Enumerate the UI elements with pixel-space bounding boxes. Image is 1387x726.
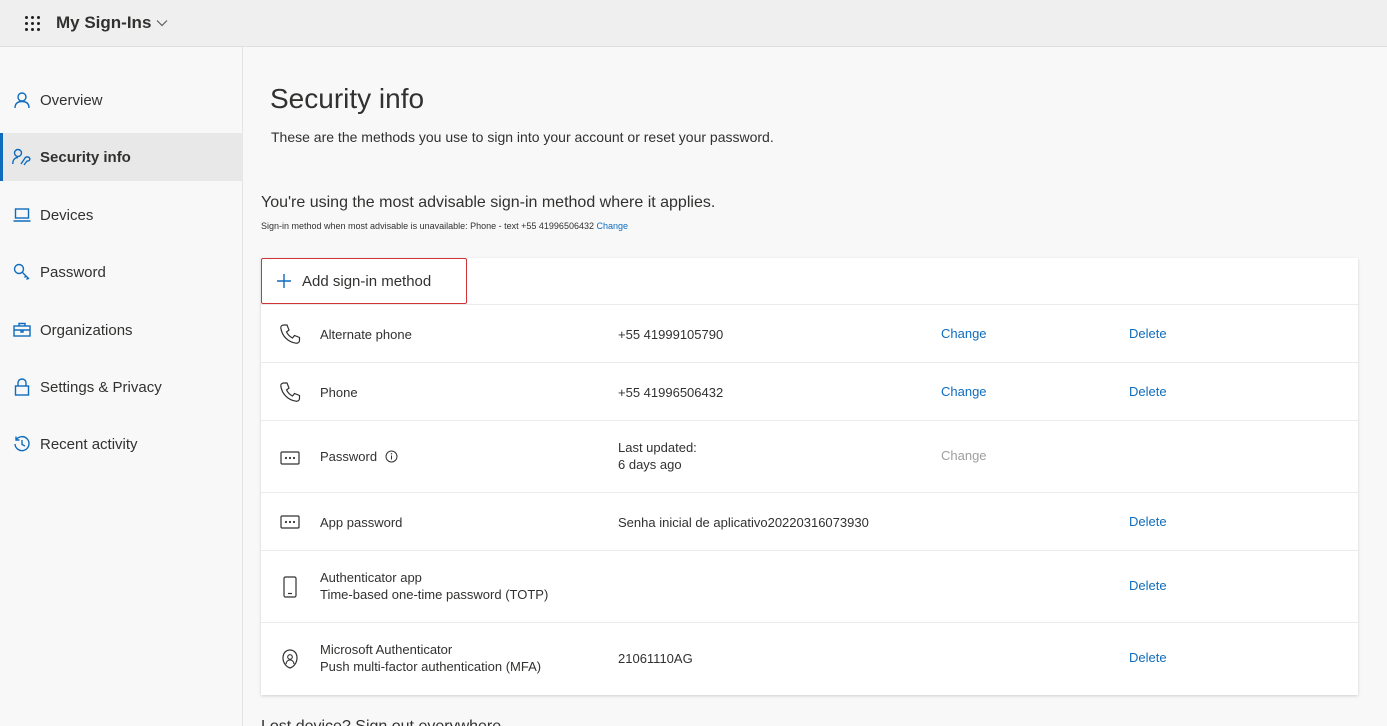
- password-dots-icon: [278, 446, 302, 470]
- next-section-heading-cut: Lost device? Sign out everywhere: [261, 714, 511, 726]
- change-link[interactable]: Change: [941, 384, 987, 399]
- method-row-app-password: App password Senha inicial de aplicativo…: [261, 493, 1358, 551]
- change-link[interactable]: Change: [941, 326, 987, 341]
- method-name-text: Password: [320, 449, 378, 464]
- method-detail: 21061110AG: [618, 651, 693, 666]
- top-bar: My Sign-Ins: [0, 0, 1387, 47]
- change-link-disabled: Change: [941, 448, 987, 463]
- sidebar-item-label: Devices: [40, 206, 94, 224]
- laptop-icon: [12, 205, 32, 225]
- last-updated-label: Last updated:: [618, 440, 697, 455]
- sidebar-item-label: Security info: [40, 148, 131, 166]
- methods-card: Add sign-in method Alternate phone +55 4…: [261, 258, 1358, 695]
- method-subtitle: Time-based one-time password (TOTP): [320, 587, 549, 602]
- add-sign-in-method-label: Add sign-in method: [302, 272, 432, 290]
- sidebar-item-settings-privacy[interactable]: Settings & Privacy: [0, 363, 243, 411]
- method-row-microsoft-authenticator: Microsoft Authenticator Push multi-facto…: [261, 623, 1358, 695]
- app-title-menu[interactable]: My Sign-Ins: [56, 13, 168, 33]
- delete-link[interactable]: Delete: [1129, 578, 1167, 593]
- last-updated-value: 6 days ago: [618, 457, 682, 472]
- method-name: Phone: [320, 385, 358, 400]
- sidebar-item-label: Settings & Privacy: [40, 378, 162, 396]
- password-dots-icon: [278, 510, 302, 534]
- fallback-change-link[interactable]: Change: [597, 221, 629, 231]
- sidebar-item-devices[interactable]: Devices: [0, 191, 243, 239]
- method-name: Microsoft Authenticator Push multi-facto…: [320, 641, 541, 675]
- app-title: My Sign-Ins: [56, 13, 152, 32]
- lock-icon: [12, 377, 32, 397]
- method-row-phone: Phone +55 41996506432 Change Delete: [261, 363, 1358, 421]
- history-icon: [12, 434, 32, 454]
- sidebar-item-password[interactable]: Password: [0, 248, 243, 296]
- method-name-text: Microsoft Authenticator: [320, 642, 453, 657]
- method-detail: Last updated: 6 days ago: [618, 439, 697, 473]
- sidebar-item-organizations[interactable]: Organizations: [0, 306, 243, 354]
- add-sign-in-method-button[interactable]: Add sign-in method: [261, 258, 467, 304]
- app-launcher-icon[interactable]: [22, 13, 42, 33]
- chevron-down-icon: [156, 20, 168, 27]
- sidebar-item-label: Password: [40, 263, 106, 281]
- method-row-password: Password Last updated: 6 days ago Change: [261, 421, 1358, 493]
- delete-link[interactable]: Delete: [1129, 514, 1167, 529]
- fallback-method-text: Sign-in method when most advisable is un…: [261, 221, 628, 231]
- sidebar-item-label: Recent activity: [40, 435, 138, 453]
- sidebar-item-security-info[interactable]: Security info: [0, 133, 243, 181]
- method-name: App password: [320, 515, 403, 530]
- advisable-method-text: You're using the most advisable sign-in …: [261, 194, 716, 211]
- info-icon[interactable]: [385, 450, 398, 463]
- sidebar-item-label: Organizations: [40, 321, 133, 339]
- method-detail: Senha inicial de aplicativo2022031607393…: [618, 515, 869, 530]
- sidebar-item-label: Overview: [40, 91, 103, 109]
- sidebar-item-overview[interactable]: Overview: [0, 76, 243, 124]
- method-row-alternate-phone: Alternate phone +55 41999105790 Change D…: [261, 305, 1358, 363]
- main-content: Security info These are the methods you …: [244, 47, 1387, 726]
- delete-link[interactable]: Delete: [1129, 384, 1167, 399]
- sidebar-item-recent-activity[interactable]: Recent activity: [0, 420, 243, 468]
- method-row-authenticator-app: Authenticator app Time-based one-time pa…: [261, 551, 1358, 623]
- security-person-key-icon: [12, 147, 32, 167]
- page-title: Security info: [270, 83, 425, 114]
- phone-icon: [278, 380, 302, 404]
- delete-link[interactable]: Delete: [1129, 326, 1167, 341]
- method-subtitle: Push multi-factor authentication (MFA): [320, 659, 542, 674]
- fallback-text: Sign-in method when most advisable is un…: [261, 221, 594, 231]
- phone-icon: [278, 322, 302, 346]
- mobile-device-icon: [278, 575, 302, 599]
- briefcase-icon: [12, 320, 32, 340]
- key-icon: [12, 262, 32, 282]
- method-name: Alternate phone: [320, 327, 412, 342]
- delete-link[interactable]: Delete: [1129, 650, 1167, 665]
- method-name: Authenticator app Time-based one-time pa…: [320, 569, 548, 603]
- method-detail: +55 41999105790: [618, 327, 724, 342]
- sidebar: Overview Security info Devices Password …: [0, 47, 243, 726]
- page-subtitle: These are the methods you use to sign in…: [271, 129, 774, 145]
- authenticator-icon: [278, 647, 302, 671]
- next-section-heading: Lost device? Sign out everywhere: [261, 718, 511, 726]
- method-name-text: Authenticator app: [320, 570, 422, 585]
- method-name: Password: [320, 448, 398, 465]
- person-icon: [12, 90, 32, 110]
- plus-icon: [277, 274, 291, 288]
- method-detail: +55 41996506432: [618, 385, 724, 400]
